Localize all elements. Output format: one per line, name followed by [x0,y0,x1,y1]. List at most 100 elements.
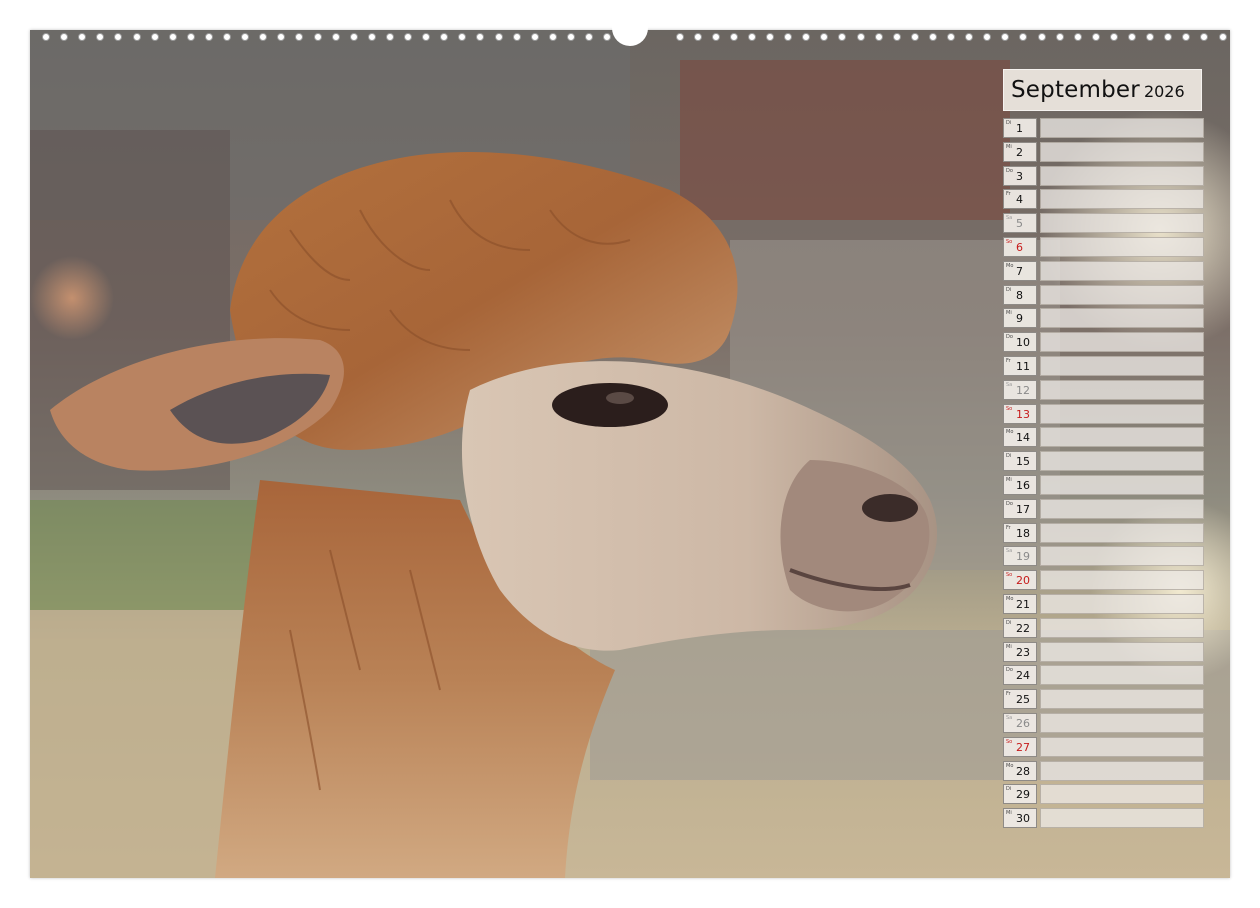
note-line [1040,356,1204,376]
day-cell: Do 3 [1003,165,1037,186]
day-row: Di 1 [1003,118,1204,138]
binding-hole [965,33,974,41]
weekday-label: Do [1006,500,1013,507]
weekday-label: Do [1006,167,1013,174]
binding-hole [1001,33,1010,41]
note-line [1040,641,1204,662]
day-row: So 6 [1003,237,1204,257]
binding-hole [711,33,720,41]
weekday-label: Mi [1006,143,1012,150]
day-number: 3 [1016,169,1023,183]
note-line [1040,332,1204,353]
binding-hole [277,33,286,41]
binding-hole [983,33,992,41]
binding-hole [892,33,901,41]
day-cell: Sa 5 [1003,213,1037,234]
note-line [1040,546,1204,567]
day-number: 17 [1016,502,1030,516]
day-row: Mi 9 [1003,308,1204,329]
day-cell: Di 1 [1003,118,1037,138]
binding-hole [349,33,358,41]
day-cell: Sa 19 [1003,546,1037,567]
day-row: Di 8 [1003,284,1204,305]
day-number: 29 [1016,788,1030,802]
note-line [1040,594,1204,614]
note-line [1040,308,1204,329]
binding-hole [838,33,847,41]
day-cell: Mi 30 [1003,808,1037,829]
day-cell: So 27 [1003,736,1037,757]
day-number: 26 [1016,717,1030,730]
note-line [1040,570,1204,591]
day-cell: Do 17 [1003,498,1037,519]
note-line [1040,808,1204,829]
weekday-label: Di [1006,619,1012,626]
day-number: 11 [1016,360,1030,373]
calendar-title: September 2026 [1003,69,1202,111]
binding-hole [947,33,955,41]
day-cell: Mo 21 [1003,594,1037,614]
day-row: Fr 18 [1003,522,1204,543]
day-number: 14 [1016,431,1030,445]
day-row: Mi 30 [1003,808,1204,829]
day-row: Di 29 [1003,784,1204,805]
day-number: 15 [1016,455,1030,469]
binding-hole [241,33,250,41]
binding-hole [1182,33,1191,41]
weekday-label: Mi [1006,477,1012,483]
binding-hole [874,33,883,41]
binding-hole [1164,33,1173,41]
binding-hole [566,33,575,41]
day-number: 8 [1016,288,1023,302]
day-number: 4 [1016,193,1023,207]
weekday-label: Sa [1006,381,1013,388]
binding-hole [1073,33,1082,41]
weekday-label: Fr [1006,191,1011,198]
note-line [1040,213,1204,234]
binding-hole [1055,33,1064,41]
binding-hole [96,33,105,41]
binding-hole [458,33,467,41]
note-line [1040,784,1204,805]
day-row: Mi 23 [1003,641,1204,662]
day-number: 27 [1016,740,1030,754]
day-row: So 27 [1003,736,1204,757]
binding-hole [802,33,811,41]
note-line [1040,284,1204,305]
weekday-label: Sa [1006,215,1013,222]
binding-hole [856,33,865,41]
weekday-label: Mo [1006,262,1014,269]
weekday-label: Mi [1006,810,1012,817]
binding-hole [729,33,738,41]
day-number: 1 [1016,122,1023,135]
day-row: Sa 12 [1003,379,1204,400]
note-line [1040,189,1204,210]
day-cell: Mi 9 [1003,308,1037,329]
day-cell: Fr 18 [1003,522,1037,543]
binding-hole [150,33,159,41]
day-cell: So 13 [1003,403,1037,424]
binding-hole [1019,33,1028,41]
binding-hole [168,33,177,41]
day-row: Do 3 [1003,165,1204,186]
note-line [1040,165,1204,186]
binding-hole [78,33,87,41]
day-number: 23 [1016,645,1030,659]
day-row: Fr 4 [1003,189,1204,210]
day-number: 12 [1016,383,1030,397]
weekday-label: Mo [1006,429,1014,436]
binding-hole [675,33,684,41]
weekday-label: Di [1006,453,1012,460]
binding-hole [223,33,231,41]
weekday-label: Mo [1006,762,1014,769]
binding-hole [132,33,141,41]
weekday-label: Di [1006,286,1012,293]
month-label: September [1011,77,1140,103]
day-cell: Sa 12 [1003,379,1037,400]
day-row: Di 22 [1003,617,1204,638]
day-cell: Mo 7 [1003,260,1037,281]
day-row: Sa 5 [1003,213,1204,234]
binding-hole [1109,33,1118,41]
day-row: Do 24 [1003,665,1204,686]
day-number: 13 [1016,407,1030,421]
